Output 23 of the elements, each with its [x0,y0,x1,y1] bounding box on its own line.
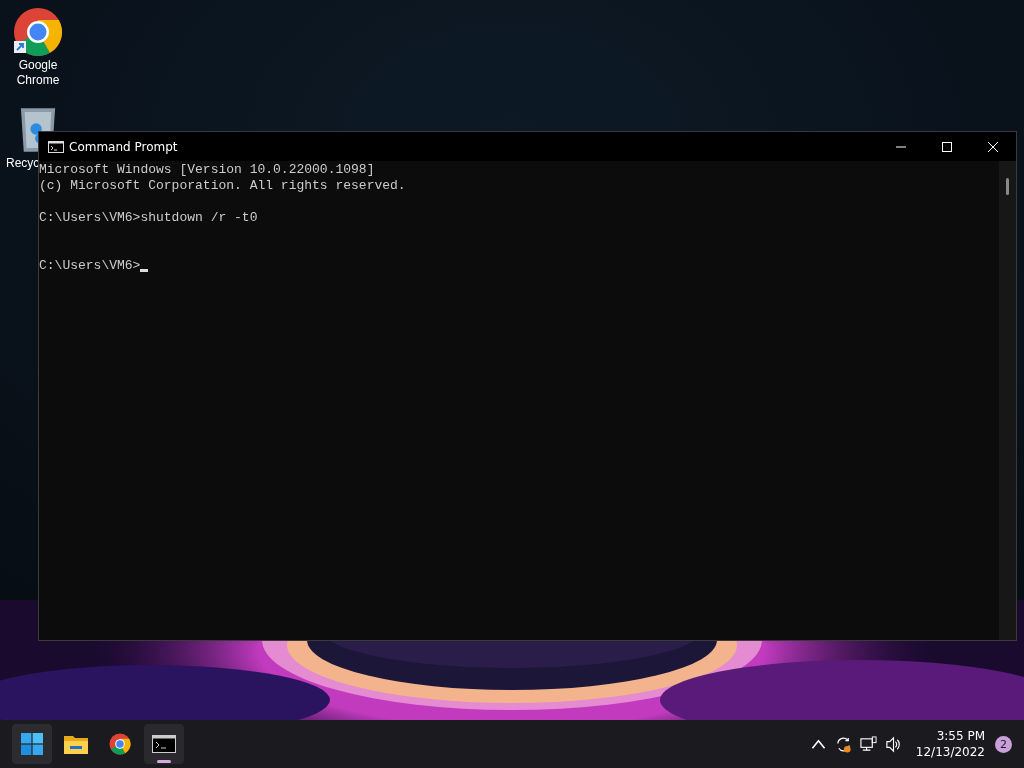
taskbar-button[interactable] [144,724,184,764]
chrome-icon[interactable] [13,7,63,57]
notification-badge[interactable]: 2 [995,735,1012,753]
terminal-icon [152,733,176,755]
folder-icon [64,733,88,755]
console-line: C:\Users\VM6> [39,258,141,274]
sync-icon[interactable] [834,735,852,753]
volume-icon[interactable] [884,735,902,753]
close-icon [988,141,998,152]
window-title: Command Prompt [69,139,178,154]
console-line: C:\Users\VM6>shutdown /r -t0 [39,210,258,226]
clock[interactable]: 3:55 PM 12/13/2022 [915,728,985,760]
network-icon[interactable] [859,735,877,753]
taskbar-button[interactable] [12,724,52,764]
terminal-icon [48,140,64,153]
chrome-icon [108,733,132,755]
console-line: Microsoft Windows [Version 10.0.22000.1098] [39,162,375,178]
windows-logo-icon [20,733,44,755]
console-line: (c) Microsoft Corporation. All rights reserved. [39,178,406,194]
desktop-icon-label[interactable]: Recyc [6,156,40,171]
maximize-icon [942,141,952,152]
desktop-icon-label[interactable]: Google Chrome [8,58,68,88]
scrollbar[interactable] [999,161,1016,640]
